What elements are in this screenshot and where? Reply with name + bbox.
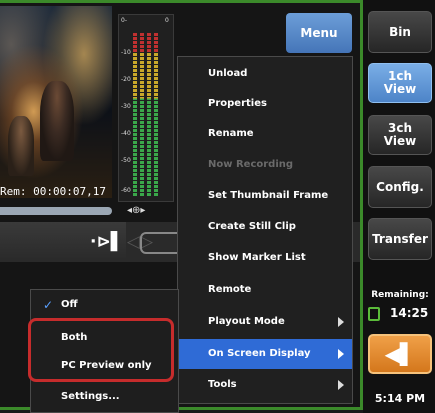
bin-button[interactable]: Bin	[368, 11, 432, 53]
menu-item-playout-mode-row[interactable]: Playout Mode	[178, 307, 352, 337]
menu-item-set-thumbnail-frame[interactable]: Set Thumbnail Frame	[178, 181, 352, 211]
video-subject	[40, 81, 74, 161]
meter-scale-label: -20	[121, 76, 131, 83]
view-3ch-label: 3ch View	[383, 121, 417, 148]
meter-channel-1	[133, 33, 137, 197]
remaining-value: 14:25	[390, 306, 429, 320]
video-preview[interactable]	[0, 6, 112, 198]
menu-item-tools-row[interactable]: Tools	[178, 370, 352, 400]
osd-option-off-label: Off	[61, 299, 78, 310]
menu-item-on-screen-display[interactable]: On Screen Display	[178, 339, 352, 369]
menu-item-remote[interactable]: Remote	[178, 275, 352, 305]
view-3ch-button[interactable]: 3ch View	[368, 115, 432, 155]
eject-button[interactable]: ◀▌	[368, 334, 432, 374]
view-1ch-button[interactable]: 1ch View	[368, 63, 432, 103]
submenu-arrow-icon	[338, 317, 344, 327]
clock: 5:14 PM	[374, 392, 426, 405]
meter-channel-4	[154, 33, 158, 197]
meter-zoom-icon[interactable]: ◂⊕▸	[127, 205, 145, 216]
load-icon[interactable]: ·⊳▌	[90, 228, 124, 256]
menu-item-tools[interactable]: Tools	[178, 370, 352, 400]
remaining-label: Remaining:	[371, 290, 429, 300]
meter-channel-3	[147, 33, 151, 197]
view-1ch-label: 1ch View	[383, 69, 417, 96]
transfer-button[interactable]: Transfer	[368, 218, 432, 260]
meter-scale-label: -40	[121, 130, 131, 137]
meter-scale-label: -30	[121, 103, 131, 110]
menu-item-rename[interactable]: Rename	[178, 119, 352, 149]
config-button[interactable]: Config.	[368, 166, 432, 208]
submenu-arrow-icon	[338, 380, 344, 390]
menu-item-properties[interactable]: Properties	[178, 89, 352, 119]
menu-button[interactable]: Menu	[286, 13, 352, 53]
audio-meters: 0- -10 -20 -30 -40 -50 -60 0	[118, 14, 174, 202]
submenu-arrow-icon	[338, 349, 344, 359]
remaining-capacity: 14:25	[368, 304, 434, 324]
osd-option-settings[interactable]: Settings...	[31, 382, 178, 412]
menu-item-unload[interactable]: Unload	[178, 59, 352, 89]
meter-scale-label: 0-	[121, 17, 127, 24]
meter-scale-label: -10	[121, 49, 131, 56]
meter-scale-label: -60	[121, 187, 131, 194]
meter-scale-label: -50	[121, 157, 131, 164]
video-subject-secondary	[8, 116, 34, 176]
menu-item-playout-mode[interactable]: Playout Mode	[178, 307, 352, 337]
remaining-timecode: Rem: 00:00:07,17	[0, 185, 106, 198]
meter-scale-label-right: 0	[165, 17, 169, 24]
scrub-bar[interactable]	[0, 207, 112, 215]
context-menu: Unload Properties Rename Now Recording S…	[177, 56, 353, 404]
storage-icon	[368, 307, 380, 321]
highlight-annotation	[28, 318, 174, 382]
meter-channel-2	[140, 33, 144, 197]
check-icon: ✓	[43, 298, 54, 312]
menu-item-now-recording: Now Recording	[208, 159, 294, 170]
eject-arrow-icon: ◀▌	[384, 342, 416, 366]
osd-option-off[interactable]: ✓ Off	[31, 290, 178, 320]
menu-item-show-marker-list[interactable]: Show Marker List	[178, 243, 352, 273]
osd-option-settings-label: Settings...	[61, 391, 120, 402]
menu-item-create-still-clip[interactable]: Create Still Clip	[178, 212, 352, 242]
menu-item-on-screen-display-row[interactable]: On Screen Display	[178, 339, 352, 369]
